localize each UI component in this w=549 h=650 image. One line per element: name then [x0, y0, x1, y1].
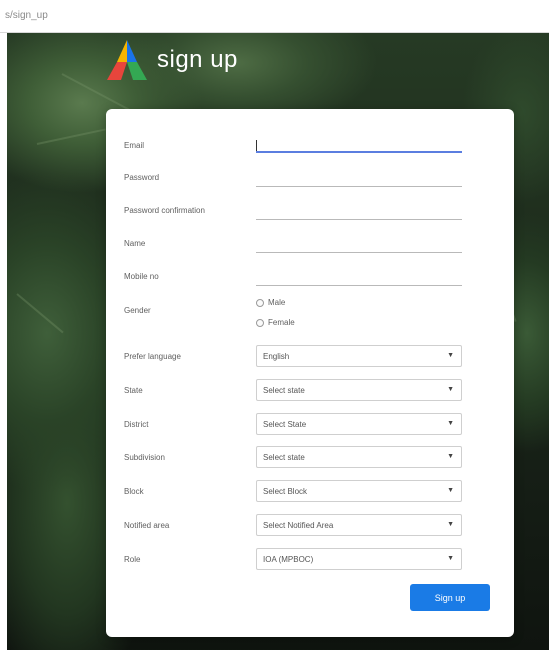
- gender-label: Gender: [124, 306, 151, 315]
- triangle-down-icon: ▼: [447, 386, 454, 393]
- email-label: Email: [124, 141, 145, 150]
- triangle-logo-icon: [107, 39, 147, 80]
- state-value: Select state: [263, 386, 305, 395]
- triangle-down-icon: ▼: [447, 521, 454, 528]
- role-select[interactable]: IOA (MPBOC) ▼: [256, 548, 462, 570]
- notified-area-label: Notified area: [124, 521, 170, 530]
- leaf-vein: [36, 128, 106, 145]
- notified-area-select[interactable]: Select Notified Area ▼: [256, 514, 462, 536]
- mobile-label: Mobile no: [124, 272, 159, 281]
- gender-male-label: Male: [268, 298, 286, 307]
- password-label: Password: [124, 173, 160, 182]
- role-value: IOA (MPBOC): [263, 555, 314, 564]
- sign-up-button[interactable]: Sign up: [410, 584, 490, 611]
- password-field[interactable]: [256, 171, 462, 187]
- browser-address-bar[interactable]: s/sign_up: [0, 0, 549, 33]
- triangle-down-icon: ▼: [447, 420, 454, 427]
- url-text: s/sign_up: [5, 10, 48, 21]
- prefer-language-select[interactable]: English ▼: [256, 345, 462, 367]
- triangle-down-icon: ▼: [447, 352, 454, 359]
- role-label: Role: [124, 555, 141, 564]
- text-caret: [256, 140, 257, 151]
- subdivision-value: Select state: [263, 453, 305, 462]
- radio-circle-icon[interactable]: [256, 298, 264, 307]
- prefer-language-label: Prefer language: [124, 352, 181, 361]
- triangle-down-icon: ▼: [447, 453, 454, 460]
- triangle-down-icon: ▼: [447, 555, 454, 562]
- password-confirmation-field[interactable]: [256, 204, 462, 220]
- block-label: Block: [124, 487, 144, 496]
- triangle-down-icon: ▼: [447, 487, 454, 494]
- page-title: sign up: [157, 45, 238, 73]
- password-confirmation-label: Password confirmation: [124, 206, 205, 215]
- gender-female-radio[interactable]: Female: [256, 318, 295, 327]
- prefer-language-value: English: [263, 352, 290, 361]
- radio-circle-icon[interactable]: [256, 318, 264, 327]
- leaf-vein: [16, 293, 64, 334]
- gender-male-radio[interactable]: Male: [256, 298, 285, 307]
- mobile-field[interactable]: [256, 270, 462, 286]
- subdivision-select[interactable]: Select state ▼: [256, 446, 462, 468]
- state-select[interactable]: Select state ▼: [256, 379, 462, 401]
- email-field[interactable]: [256, 137, 462, 153]
- gender-female-label: Female: [268, 318, 295, 327]
- state-label: State: [124, 386, 143, 395]
- name-label: Name: [124, 239, 146, 248]
- district-value: Select State: [263, 420, 307, 429]
- block-value: Select Block: [263, 487, 308, 496]
- signup-form-card: Email Password Password confirmation Nam…: [106, 109, 514, 637]
- name-field[interactable]: [256, 237, 462, 253]
- district-select[interactable]: Select State ▼: [256, 413, 462, 435]
- notified-area-value: Select Notified Area: [263, 521, 334, 530]
- block-select[interactable]: Select Block ▼: [256, 480, 462, 502]
- district-label: District: [124, 420, 149, 429]
- subdivision-label: Subdivision: [124, 453, 165, 462]
- brand-header: sign up: [105, 37, 238, 82]
